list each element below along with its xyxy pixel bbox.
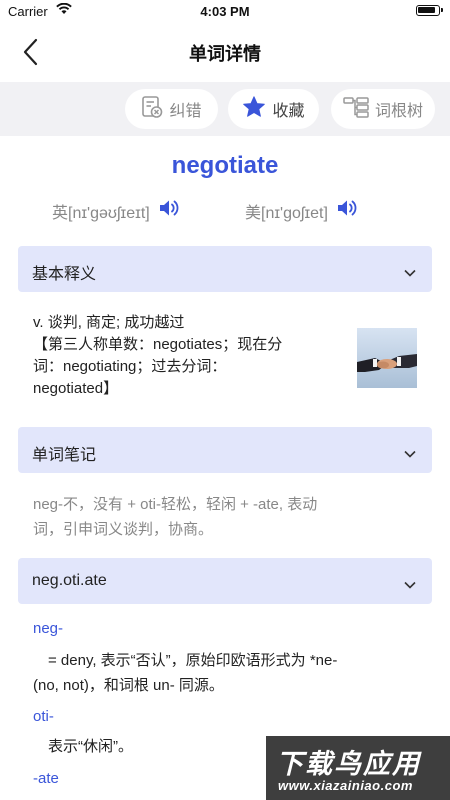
us-phonetic: 美[nɪ'goʃɪet] bbox=[245, 198, 360, 223]
notes-line: 词，引申词义谈判，协商。 bbox=[33, 521, 214, 538]
chevron-down-icon bbox=[404, 576, 416, 594]
handshake-image bbox=[357, 328, 417, 388]
navigation-bar: 单词详情 bbox=[0, 24, 450, 80]
root-term: oti- bbox=[33, 708, 54, 725]
root-term: -ate bbox=[33, 770, 59, 787]
notes-line: neg-不，没有 + oti-轻松，轻闲 + -ate, 表动 bbox=[33, 496, 318, 513]
speaker-icon[interactable] bbox=[328, 198, 360, 223]
word-notes-header[interactable]: 单词笔记 bbox=[18, 427, 432, 473]
correct-error-label: 纠错 bbox=[169, 103, 202, 120]
correct-error-button[interactable]: 纠错 bbox=[125, 89, 218, 129]
watermark-url: www.xiazainiao.com bbox=[278, 778, 413, 793]
clock: 4:03 PM bbox=[200, 4, 250, 19]
watermark-title: 下载鸟应用 bbox=[276, 749, 421, 779]
chevron-down-icon bbox=[404, 445, 416, 463]
favorite-button[interactable]: 收藏 bbox=[228, 89, 319, 129]
page-title: 单词详情 bbox=[189, 44, 261, 64]
root-term: neg- bbox=[33, 620, 64, 637]
root-description: (no, not)，和词根 un- 同源。 bbox=[33, 677, 224, 694]
battery-icon bbox=[416, 5, 443, 16]
definition-line: negotiated】 bbox=[33, 380, 119, 397]
definition-text: v. 谈判, 商定; 成功越过 【第三人称单数：negotiates；现在分 词… bbox=[33, 312, 343, 400]
favorite-label: 收藏 bbox=[272, 103, 305, 120]
definition-line: 【第三人称单数：negotiates；现在分 bbox=[33, 336, 283, 353]
report-error-icon bbox=[141, 95, 169, 124]
section-title: 基本释义 bbox=[32, 266, 97, 283]
definition-line: v. 谈判, 商定; 成功越过 bbox=[33, 314, 185, 331]
action-toolbar: 纠错 收藏 词根树 bbox=[0, 82, 450, 136]
section-title: neg.oti.ate bbox=[32, 572, 107, 589]
headword: negotiate bbox=[171, 152, 279, 179]
uk-phonetic-text: 英[nɪ'gəʊʃɪeɪt] bbox=[52, 204, 150, 222]
tree-icon bbox=[343, 96, 375, 123]
status-bar: Carrier 4:03 PM bbox=[0, 0, 450, 24]
chevron-down-icon bbox=[404, 264, 416, 282]
word-breakdown-header[interactable]: neg.oti.ate bbox=[18, 558, 432, 604]
section-title: 单词笔记 bbox=[32, 447, 97, 464]
word-notes-text: neg-不，没有 + oti-轻松，轻闲 + -ate, 表动 词，引申词义谈判… bbox=[33, 492, 423, 542]
root-tree-label: 词根树 bbox=[374, 103, 423, 120]
root-description: = deny, 表示“否认”，原始印欧语形式为 *ne- bbox=[48, 652, 338, 669]
watermark-logo: 下载鸟应用 www.xiazainiao.com bbox=[266, 736, 450, 800]
us-phonetic-text: 美[nɪ'goʃɪet] bbox=[245, 204, 328, 222]
definition-line: 词：negotiating；过去分词： bbox=[33, 358, 227, 375]
speaker-icon[interactable] bbox=[150, 198, 182, 223]
basic-definition-header[interactable]: 基本释义 bbox=[18, 246, 432, 292]
star-icon bbox=[242, 95, 272, 124]
uk-phonetic: 英[nɪ'gəʊʃɪeɪt] bbox=[52, 198, 182, 223]
root-tree-button[interactable]: 词根树 bbox=[331, 89, 435, 129]
